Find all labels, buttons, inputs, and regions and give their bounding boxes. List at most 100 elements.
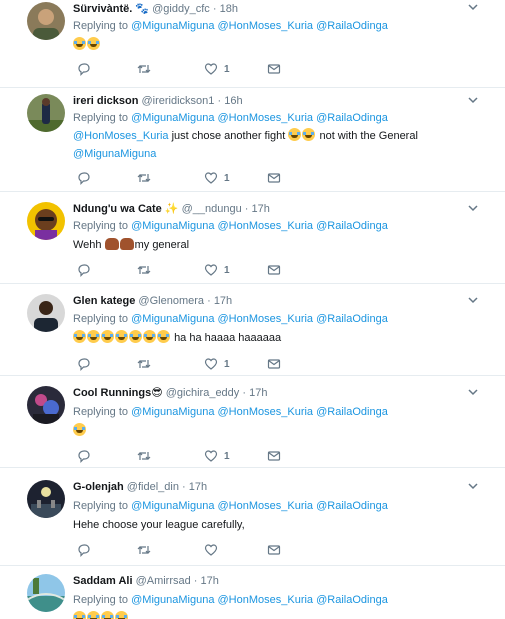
tweet[interactable]: Ndung'u wa Cate ✨ @__ndungu · 17h Replyi… [0, 192, 505, 284]
display-name[interactable]: Cool Runnings [73, 387, 151, 399]
chevron-down-icon[interactable] [466, 94, 480, 106]
avatar[interactable] [27, 202, 65, 240]
envelope-icon [267, 265, 281, 275]
mention-link[interactable]: @HonMoses_Kuria [218, 112, 314, 124]
retweet-button[interactable] [137, 62, 151, 76]
reply-button[interactable] [77, 263, 91, 277]
handle[interactable]: @Amirrsad [136, 575, 191, 587]
timestamp[interactable]: 18h [220, 3, 238, 15]
mention-link[interactable]: @RailaOdinga [316, 594, 388, 606]
tweet-text: Wehh my general [73, 236, 483, 254]
display-name[interactable]: ireri dickson [73, 95, 138, 107]
reply-button[interactable] [77, 543, 91, 557]
mention-link[interactable]: @MigunaMiguna [131, 406, 214, 418]
handle[interactable]: @giddy_cfc [152, 3, 210, 15]
mention-link[interactable]: @RailaOdinga [316, 313, 388, 325]
replying-label: Replying to [73, 20, 129, 32]
mention-link[interactable]: @HonMoses_Kuria [218, 594, 314, 606]
mention-link[interactable]: @HonMoses_Kuria [218, 313, 314, 325]
chevron-down-icon[interactable] [466, 1, 480, 13]
display-name[interactable]: G-olenjah [73, 481, 124, 493]
mention-link[interactable]: @RailaOdinga [316, 112, 388, 124]
avatar[interactable] [27, 480, 65, 518]
mention-link[interactable]: @RailaOdinga [316, 20, 388, 32]
mention-link[interactable]: @HonMoses_Kuria [218, 220, 314, 232]
mention-link[interactable]: @HonMoses_Kuria [218, 500, 314, 512]
timestamp[interactable]: 16h [224, 95, 242, 107]
like-button[interactable]: 1 [204, 171, 230, 185]
like-count: 1 [224, 264, 230, 276]
mention-link[interactable]: @MigunaMiguna [131, 500, 214, 512]
retweet-button[interactable] [137, 171, 151, 185]
mention-link[interactable]: @RailaOdinga [316, 406, 388, 418]
mention-link[interactable]: @HonMoses_Kuria [218, 20, 314, 32]
message-button[interactable] [267, 62, 281, 76]
handle[interactable]: @Glenomera [138, 295, 204, 307]
chevron-down-icon[interactable] [466, 480, 480, 492]
rofl-emoji [73, 611, 86, 619]
replying-to-line: Replying to @MigunaMiguna @HonMoses_Kuri… [73, 499, 388, 513]
mention-link[interactable]: @RailaOdinga [316, 500, 388, 512]
message-button[interactable] [267, 357, 281, 371]
avatar[interactable] [27, 2, 65, 40]
reply-button[interactable] [77, 357, 91, 371]
mention-link[interactable]: @MigunaMiguna [73, 148, 156, 160]
reply-button[interactable] [77, 171, 91, 185]
retweet-button[interactable] [137, 263, 151, 277]
display-name[interactable]: Saddam Ali [73, 575, 133, 587]
message-button[interactable] [267, 171, 281, 185]
like-button[interactable]: 1 [204, 263, 230, 277]
mention-link[interactable]: @HonMoses_Kuria [218, 406, 314, 418]
mention-link[interactable]: @MigunaMiguna [131, 112, 214, 124]
retweet-button[interactable] [137, 449, 151, 463]
like-button[interactable]: 1 [204, 357, 230, 371]
mention-link[interactable]: @MigunaMiguna [131, 20, 214, 32]
mention-link[interactable]: @MigunaMiguna [131, 313, 214, 325]
reply-button[interactable] [77, 449, 91, 463]
chevron-down-icon[interactable] [466, 202, 480, 214]
mention-link[interactable]: @HonMoses_Kuria [73, 130, 169, 142]
tears-of-joy-emoji [73, 37, 86, 50]
display-name[interactable]: Ndung'u wa Cate [73, 203, 162, 215]
retweet-button[interactable] [137, 543, 151, 557]
tweet-actions: 1 [73, 171, 293, 187]
heart-icon [204, 172, 218, 184]
reply-button[interactable] [77, 62, 91, 76]
like-button[interactable]: 1 [204, 449, 230, 463]
tweet[interactable]: Cool Runnings😎 @gichira_eddy · 17h Reply… [0, 376, 505, 468]
separator-dot: · [182, 481, 186, 493]
message-button[interactable] [267, 543, 281, 557]
handle[interactable]: @gichira_eddy [166, 387, 240, 399]
timestamp[interactable]: 17h [249, 387, 267, 399]
timestamp[interactable]: 17h [252, 203, 270, 215]
like-button[interactable] [204, 543, 218, 557]
chevron-down-icon[interactable] [466, 386, 480, 398]
display-name[interactable]: Sürvivàntë. [73, 3, 132, 15]
handle[interactable]: @__ndungu [182, 203, 242, 215]
avatar[interactable] [27, 294, 65, 332]
chevron-down-icon[interactable] [466, 294, 480, 306]
message-button[interactable] [267, 263, 281, 277]
mention-link[interactable]: @RailaOdinga [316, 220, 388, 232]
tweet[interactable]: G-olenjah @fidel_din · 17h Replying to @… [0, 468, 505, 566]
tweet[interactable]: ireri dickson @ireridickson1 · 16h Reply… [0, 88, 505, 192]
timestamp[interactable]: 17h [189, 481, 207, 493]
tweet[interactable]: Glen katege @Glenomera · 17h Replying to… [0, 284, 505, 376]
message-button[interactable] [267, 449, 281, 463]
avatar[interactable] [27, 574, 65, 612]
mention-link[interactable]: @MigunaMiguna [131, 220, 214, 232]
timestamp[interactable]: 17h [201, 575, 219, 587]
retweet-button[interactable] [137, 357, 151, 371]
handle[interactable]: @fidel_din [127, 481, 179, 493]
mention-link[interactable]: @MigunaMiguna [131, 594, 214, 606]
avatar[interactable] [27, 94, 65, 132]
tweet[interactable]: Sürvivàntë. 🐾 @giddy_cfc · 18h Replying … [0, 0, 505, 88]
like-count: 1 [224, 358, 230, 370]
tweet[interactable]: Saddam Ali @Amirrsad · 17h Replying to @… [0, 566, 505, 619]
timestamp[interactable]: 17h [214, 295, 232, 307]
tweet-actions [73, 543, 293, 559]
handle[interactable]: @ireridickson1 [141, 95, 214, 107]
like-button[interactable]: 1 [204, 62, 230, 76]
avatar[interactable] [27, 386, 65, 424]
display-name[interactable]: Glen katege [73, 295, 135, 307]
